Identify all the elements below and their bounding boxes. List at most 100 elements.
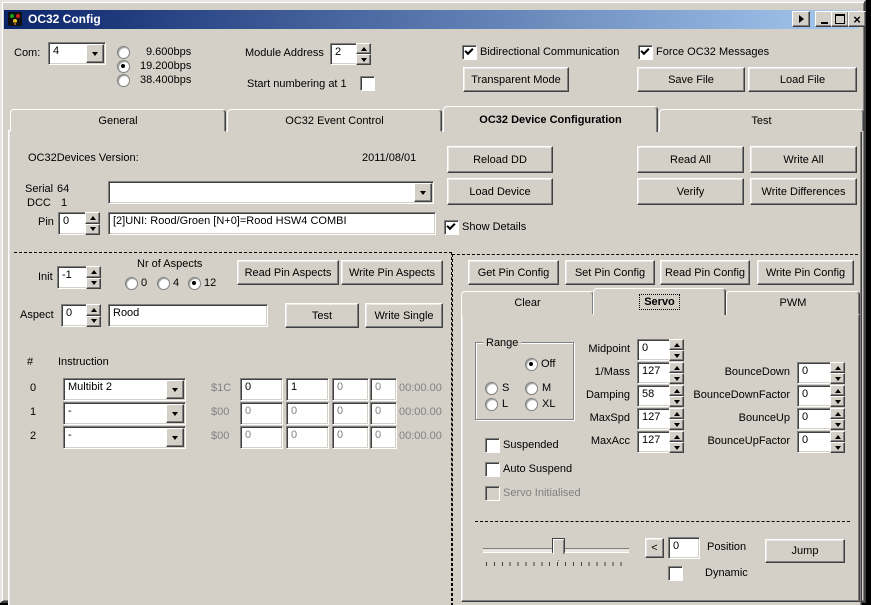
bouncedown-spinner[interactable] bbox=[830, 362, 845, 384]
range-s-radio[interactable] bbox=[485, 382, 498, 395]
range-off-radio[interactable] bbox=[525, 358, 538, 371]
device-select[interactable] bbox=[108, 181, 434, 204]
write-single-button[interactable]: Write Single bbox=[365, 303, 443, 328]
position-field[interactable]: 0 bbox=[668, 537, 700, 559]
suspended-label: Suspended bbox=[503, 439, 559, 452]
spin-down-icon[interactable] bbox=[86, 316, 101, 328]
bounceupfactor-spinner[interactable] bbox=[830, 431, 845, 453]
tab-servo[interactable]: Servo bbox=[593, 288, 726, 315]
instruction-select[interactable]: - bbox=[63, 402, 186, 425]
module-address-label: Module Address bbox=[245, 47, 324, 60]
start-numbering-checkbox[interactable] bbox=[360, 76, 375, 91]
device-dropdown-icon[interactable] bbox=[414, 183, 432, 202]
write-pin-aspects-button[interactable]: Write Pin Aspects bbox=[341, 260, 443, 285]
bidirectional-checkbox[interactable] bbox=[462, 45, 477, 60]
pin-field[interactable]: 0 bbox=[58, 212, 88, 235]
suspended-checkbox[interactable] bbox=[485, 438, 500, 453]
maximize-button[interactable] bbox=[831, 11, 849, 27]
save-file-button[interactable]: Save File bbox=[637, 67, 745, 92]
spin-up-icon[interactable] bbox=[830, 362, 845, 373]
read-all-button[interactable]: Read All bbox=[637, 146, 744, 173]
spin-up-icon[interactable] bbox=[830, 431, 845, 442]
instruction-select[interactable]: Multibit 2 bbox=[63, 378, 186, 401]
read-pin-aspects-button[interactable]: Read Pin Aspects bbox=[237, 260, 339, 285]
reload-dd-button[interactable]: Reload DD bbox=[447, 146, 553, 173]
transparent-mode-button[interactable]: Transparent Mode bbox=[463, 67, 569, 92]
spin-down-icon[interactable] bbox=[85, 224, 100, 236]
tab-test[interactable]: Test bbox=[659, 109, 864, 132]
spin-down-icon[interactable] bbox=[830, 373, 845, 384]
test-button[interactable]: Test bbox=[285, 303, 359, 328]
spin-down-icon[interactable] bbox=[669, 350, 684, 361]
spin-up-icon[interactable] bbox=[830, 385, 845, 396]
init-spinner[interactable] bbox=[86, 266, 101, 289]
aspects-12-radio[interactable] bbox=[188, 277, 201, 290]
load-file-button[interactable]: Load File bbox=[748, 67, 857, 92]
write-differences-button[interactable]: Write Differences bbox=[750, 178, 857, 205]
spin-up-icon[interactable] bbox=[85, 212, 100, 224]
range-label: Range bbox=[483, 337, 521, 349]
com-value: 4 bbox=[53, 45, 59, 57]
baud-19200-radio[interactable] bbox=[117, 60, 130, 73]
baud-38400-radio[interactable] bbox=[117, 74, 130, 87]
write-pin-config-button[interactable]: Write Pin Config bbox=[757, 260, 854, 285]
get-pin-config-button[interactable]: Get Pin Config bbox=[468, 260, 559, 285]
midpoint-spinner[interactable] bbox=[669, 339, 684, 361]
instruction-dropdown-icon[interactable] bbox=[166, 428, 184, 447]
instruction-param1[interactable]: 0 bbox=[240, 378, 283, 401]
com-select[interactable]: 4 bbox=[48, 42, 106, 65]
com-dropdown-icon[interactable] bbox=[86, 44, 104, 63]
baud-9600-radio[interactable] bbox=[117, 46, 130, 59]
instruction-param2[interactable]: 1 bbox=[286, 378, 329, 401]
tab-pwm[interactable]: PWM bbox=[726, 291, 860, 315]
spin-down-icon[interactable] bbox=[830, 396, 845, 407]
write-all-button[interactable]: Write All bbox=[750, 146, 857, 173]
close-button[interactable]: × bbox=[848, 11, 866, 27]
spin-up-icon[interactable] bbox=[669, 339, 684, 350]
spin-down-icon[interactable] bbox=[356, 54, 371, 65]
show-details-checkbox[interactable] bbox=[444, 220, 459, 235]
titlebar-context-button[interactable] bbox=[792, 11, 810, 27]
bounceup-spinner[interactable] bbox=[830, 408, 845, 430]
aspects-4-radio[interactable] bbox=[157, 277, 170, 290]
aspect-name-field[interactable]: Rood bbox=[108, 304, 268, 327]
dynamic-checkbox[interactable] bbox=[668, 566, 683, 581]
range-m-radio[interactable] bbox=[525, 382, 538, 395]
titlebar[interactable] bbox=[4, 10, 858, 29]
pin-description-field[interactable]: [2]UNI: Rood/Groen [N+0]=Rood HSW4 COMBI bbox=[108, 212, 436, 235]
instruction-param4: 0 bbox=[370, 402, 397, 425]
range-l-radio[interactable] bbox=[485, 398, 498, 411]
verify-button[interactable]: Verify bbox=[637, 178, 744, 205]
spin-up-icon[interactable] bbox=[86, 266, 101, 278]
tab-clear[interactable]: Clear bbox=[461, 291, 594, 315]
tab-oc32-device-configuration[interactable]: OC32 Device Configuration bbox=[443, 106, 658, 132]
load-device-button[interactable]: Load Device bbox=[447, 178, 553, 205]
instruction-select[interactable]: - bbox=[63, 426, 186, 449]
position-nudge-button[interactable]: < bbox=[645, 538, 664, 558]
spin-up-icon[interactable] bbox=[830, 408, 845, 419]
force-messages-checkbox[interactable] bbox=[638, 45, 653, 60]
spin-down-icon[interactable] bbox=[830, 442, 845, 453]
read-pin-config-button[interactable]: Read Pin Config bbox=[660, 260, 750, 285]
aspects-0-radio[interactable] bbox=[125, 277, 138, 290]
bouncedownfactor-spinner[interactable] bbox=[830, 385, 845, 407]
auto-suspend-checkbox[interactable] bbox=[485, 462, 500, 477]
tab-general[interactable]: General bbox=[10, 109, 226, 132]
spin-up-icon[interactable] bbox=[86, 304, 101, 316]
module-address-spinner[interactable] bbox=[356, 43, 371, 65]
spin-up-icon[interactable] bbox=[356, 43, 371, 54]
pin-label: Pin bbox=[38, 216, 54, 229]
bouncedownfactor-label: BounceDownFactor bbox=[640, 389, 790, 402]
range-xl-radio[interactable] bbox=[525, 398, 538, 411]
jump-button[interactable]: Jump bbox=[765, 539, 845, 563]
set-pin-config-button[interactable]: Set Pin Config bbox=[565, 260, 655, 285]
aspect-spinner[interactable] bbox=[86, 304, 101, 327]
spin-down-icon[interactable] bbox=[830, 419, 845, 430]
instruction-dropdown-icon[interactable] bbox=[166, 404, 184, 423]
spin-down-icon[interactable] bbox=[86, 278, 101, 290]
instruction-dropdown-icon[interactable] bbox=[166, 380, 184, 399]
tab-oc32-event-control[interactable]: OC32 Event Control bbox=[227, 109, 442, 132]
instruction-header: Instruction bbox=[58, 356, 109, 369]
pin-spinner[interactable] bbox=[85, 212, 100, 235]
aspects-0-label: 0 bbox=[141, 277, 147, 290]
